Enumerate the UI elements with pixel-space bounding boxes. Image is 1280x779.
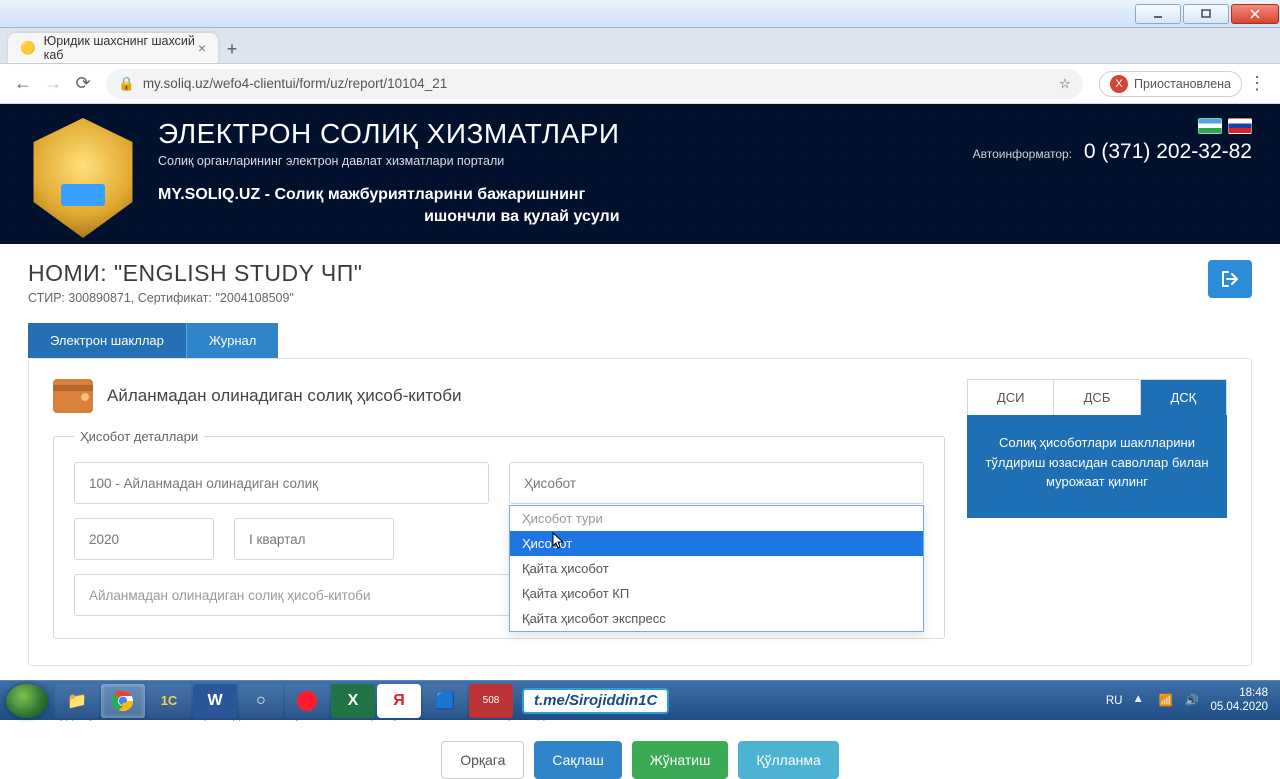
report-details-fieldset: Ҳисобот деталлари 100 - Айланмадан олина… <box>53 429 945 639</box>
save-button[interactable]: Сақлаш <box>534 741 621 779</box>
tab-title: Юридик шахснинг шахсий каб <box>44 34 198 62</box>
site-domain: MY.SOLIQ.UZ <box>158 186 260 203</box>
dropdown-option[interactable]: Қайта ҳисобот <box>510 556 923 581</box>
site-slogan-2: ишончли ва қулай усули <box>158 208 620 226</box>
site-title: ЭЛЕКТРОН СОЛИҚ ХИЗМАТЛАРИ <box>158 118 620 150</box>
reload-button[interactable]: ⟳ <box>68 69 98 99</box>
lock-icon: 🔒 <box>118 76 135 92</box>
taskbar-yandex-icon[interactable]: Я <box>377 684 421 718</box>
menu-button[interactable]: ⋮ <box>1242 69 1272 99</box>
quarter-select[interactable]: I квартал <box>234 518 394 560</box>
year-value: 2020 <box>89 532 119 547</box>
tray-clock[interactable]: 18:48 05.04.2020 <box>1210 687 1268 713</box>
tray-network-icon[interactable]: 📶 <box>1158 693 1174 709</box>
tray-flag-icon[interactable]: ▲ <box>1132 693 1148 709</box>
report-name-value: Айланмадан олинадиган солиқ ҳисоб-китоби <box>89 588 371 603</box>
tray-time: 18:48 <box>1210 687 1268 700</box>
sidebox-help-text: Солиқ ҳисоботлари шаклларини тўлдириш юз… <box>967 415 1227 518</box>
tab-journal[interactable]: Журнал <box>186 323 278 358</box>
window-close-button[interactable] <box>1231 4 1279 24</box>
site-subtitle: Солиқ органларининг электрон давлат хизм… <box>158 154 620 168</box>
tab-close-icon[interactable]: × <box>198 40 206 56</box>
tax-type-select[interactable]: 100 - Айланмадан олинадиган солиқ <box>74 462 489 504</box>
telegram-overlay: t.me/Sirojiddin1C <box>522 688 669 714</box>
sidetab-dsb[interactable]: ДСБ <box>1053 380 1139 415</box>
report-type-dropdown: Ҳисобот тури Ҳисобот Қайта ҳисобот Қайта… <box>509 505 924 632</box>
org-title: НОМИ: "ENGLISH STUDY ЧП" <box>28 260 362 287</box>
taskbar-app-icon[interactable]: ○ <box>239 684 283 718</box>
taskbar-opera-icon[interactable] <box>285 684 329 718</box>
report-type-select[interactable]: Ҳисобот Ҳисобот тури Ҳисобот Қайта ҳисоб… <box>509 462 924 504</box>
tray-lang[interactable]: RU <box>1106 695 1123 707</box>
site-header: ЭЛЕКТРОН СОЛИҚ ХИЗМАТЛАРИ Солиқ органлар… <box>0 104 1280 244</box>
forward-button[interactable]: → <box>38 69 68 99</box>
windows-taskbar: 📁 1C W ○ X Я 🟦 508 t.me/Sirojiddin1C RU … <box>0 680 1280 720</box>
fieldset-legend: Ҳисобот деталлари <box>74 429 204 444</box>
taskbar-excel-icon[interactable]: X <box>331 684 375 718</box>
start-button[interactable] <box>6 684 48 718</box>
site-logo <box>28 118 138 238</box>
year-select[interactable]: 2020 <box>74 518 214 560</box>
browser-tab[interactable]: 🟡 Юридик шахснинг шахсий каб × <box>8 33 218 63</box>
taskbar-chrome-icon[interactable] <box>101 684 145 718</box>
address-bar[interactable]: 🔒 my.soliq.uz/wefo4-clientui/form/uz/rep… <box>106 69 1083 99</box>
org-meta: СТИР: 300890871, Сертификат: "2004108509… <box>28 291 362 305</box>
taskbar-app3-icon[interactable]: 508 <box>469 684 513 718</box>
taskbar-1c-icon[interactable]: 1C <box>147 684 191 718</box>
report-type-value: Ҳисобот <box>524 476 576 491</box>
phone-number: 0 (371) 202-32-82 <box>1084 140 1252 163</box>
back-button-form[interactable]: Орқага <box>441 741 524 779</box>
tab-favicon-icon: 🟡 <box>20 40 36 56</box>
section-title: Айланмадан олинадиган солиқ ҳисоб-китоби <box>107 386 461 406</box>
taskbar-explorer-icon[interactable]: 📁 <box>55 684 99 718</box>
phone-label: Автоинформатор: <box>973 147 1072 161</box>
lang-ru-flag[interactable] <box>1228 118 1252 134</box>
dropdown-header: Ҳисобот тури <box>510 506 923 531</box>
browser-tab-strip: 🟡 Юридик шахснинг шахсий каб × + <box>0 28 1280 64</box>
taskbar-app2-icon[interactable]: 🟦 <box>423 684 467 718</box>
window-maximize-button[interactable] <box>1183 4 1229 24</box>
window-titlebar <box>0 0 1280 28</box>
tab-electron-forms[interactable]: Электрон шакллар <box>28 323 186 358</box>
profile-avatar-icon: Х <box>1110 75 1128 93</box>
new-tab-button[interactable]: + <box>218 35 246 63</box>
dropdown-option[interactable]: Қайта ҳисобот КП <box>510 581 923 606</box>
taskbar-word-icon[interactable]: W <box>193 684 237 718</box>
send-button[interactable]: Жўнатиш <box>632 741 729 779</box>
lang-uz-flag[interactable] <box>1198 118 1222 134</box>
dropdown-option[interactable]: Ҳисобот <box>510 531 923 556</box>
tray-volume-icon[interactable]: 🔊 <box>1184 693 1200 709</box>
tax-type-value: 100 - Айланмадан олинадиган солиқ <box>89 476 318 491</box>
sidetab-dsq[interactable]: ДСҚ <box>1140 380 1226 415</box>
profile-chip[interactable]: Х Приостановлена <box>1099 71 1242 97</box>
logout-button[interactable] <box>1208 260 1252 298</box>
window-minimize-button[interactable] <box>1135 4 1181 24</box>
quarter-value: I квартал <box>249 532 306 547</box>
bookmark-star-icon[interactable]: ☆ <box>1059 76 1071 92</box>
tray-date: 05.04.2020 <box>1210 701 1268 714</box>
url-text: my.soliq.uz/wefo4-clientui/form/uz/repor… <box>143 76 447 91</box>
logout-icon <box>1220 270 1240 288</box>
help-button[interactable]: Қўлланма <box>738 741 838 779</box>
sidetab-dsi[interactable]: ДСИ <box>968 380 1053 415</box>
back-button[interactable]: ← <box>8 69 38 99</box>
site-slogan-1: - Солиқ мажбуриятларини бажаришнинг <box>260 186 585 203</box>
dropdown-option[interactable]: Қайта ҳисобот экспресс <box>510 606 923 631</box>
wallet-icon <box>53 379 93 413</box>
profile-chip-label: Приостановлена <box>1134 77 1231 91</box>
browser-toolbar: ← → ⟳ 🔒 my.soliq.uz/wefo4-clientui/form/… <box>0 64 1280 104</box>
